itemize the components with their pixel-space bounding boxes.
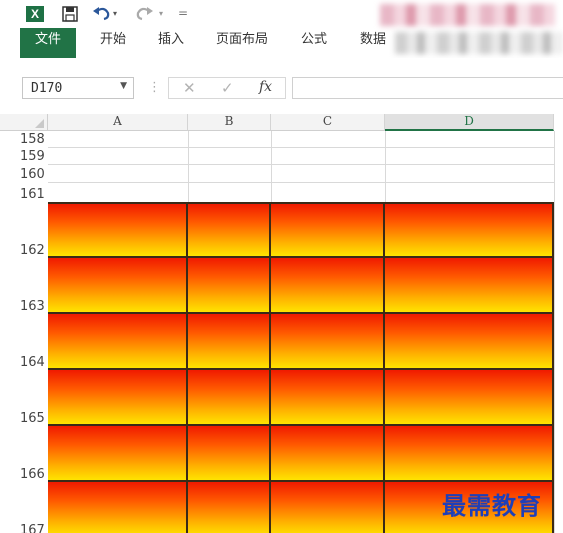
insert-function-icon[interactable]: fx — [259, 79, 272, 95]
tab-insert[interactable]: 插入 — [158, 28, 184, 58]
cell-b163[interactable] — [188, 258, 271, 314]
gridline — [385, 131, 386, 202]
row-label: 165 — [20, 411, 45, 426]
row-header-163[interactable]: 163 — [0, 258, 48, 314]
name-box-value: D170 — [31, 81, 63, 96]
cell-b162[interactable] — [188, 202, 271, 258]
cell-c162[interactable] — [271, 202, 385, 258]
customize-toolbar-icon[interactable]: = — [178, 6, 188, 20]
cell-c165[interactable] — [271, 370, 385, 426]
cancel-icon[interactable]: ✕ — [183, 79, 196, 97]
cell-c164[interactable] — [271, 314, 385, 370]
row-header-160[interactable]: 160 — [0, 164, 48, 182]
column-header-b[interactable]: B — [188, 114, 271, 131]
row-label: 158 — [20, 132, 45, 147]
select-all-icon — [35, 119, 44, 128]
name-box-dropdown-icon[interactable]: ▼ — [120, 81, 127, 91]
cell-b167[interactable] — [188, 482, 271, 533]
blurred-tabs-area — [395, 32, 563, 54]
cell-a166[interactable] — [48, 426, 188, 482]
row-label: 163 — [20, 299, 45, 314]
excel-logo-icon: X — [26, 6, 44, 22]
sheet-grid: A B C D 158 159 160 161 162 163 164 165 … — [0, 114, 563, 533]
gridline — [48, 147, 554, 148]
row-header-159[interactable]: 159 — [0, 147, 48, 164]
formula-bar: D170 ▼ ⋮ ✕ ✓ fx — [0, 58, 563, 114]
gridline — [48, 182, 554, 183]
cell-c166[interactable] — [271, 426, 385, 482]
undo-dropdown-icon[interactable]: ▾ — [113, 9, 117, 18]
row-label: 160 — [20, 167, 45, 182]
undo-icon[interactable] — [92, 4, 112, 22]
enter-icon[interactable]: ✓ — [221, 79, 234, 97]
row-header-164[interactable]: 164 — [0, 314, 48, 370]
watermark-text: 最需教育 — [442, 491, 542, 520]
row-header-167[interactable]: 167 — [0, 482, 48, 533]
tab-data[interactable]: 数据 — [360, 28, 386, 58]
save-icon[interactable] — [62, 6, 78, 22]
cell-b166[interactable] — [188, 426, 271, 482]
cell-d165[interactable] — [385, 370, 554, 426]
cell-c167[interactable] — [271, 482, 385, 533]
select-all-corner[interactable] — [0, 114, 48, 131]
cell-b165[interactable] — [188, 370, 271, 426]
row-header-161[interactable]: 161 — [0, 182, 48, 202]
row-label: 161 — [20, 187, 45, 202]
column-header-a[interactable]: A — [48, 114, 188, 131]
row-header-166[interactable]: 166 — [0, 426, 48, 482]
cell-a163[interactable] — [48, 258, 188, 314]
tab-formulas[interactable]: 公式 — [301, 28, 327, 58]
gridline — [188, 131, 189, 202]
tab-home[interactable]: 开始 — [100, 28, 126, 58]
row-label: 167 — [20, 523, 45, 533]
formula-bar-splitter[interactable]: ⋮ — [148, 80, 161, 95]
row-label: 162 — [20, 243, 45, 258]
cell-d162[interactable] — [385, 202, 554, 258]
formula-input[interactable] — [292, 77, 563, 99]
tab-page-layout[interactable]: 页面布局 — [216, 28, 268, 58]
blurred-title-area — [380, 4, 555, 26]
cell-a167[interactable] — [48, 482, 188, 533]
redo-dropdown-icon[interactable]: ▾ — [159, 9, 163, 18]
row-label: 166 — [20, 467, 45, 482]
cell-d163[interactable] — [385, 258, 554, 314]
quick-access-toolbar: X ▾ ▾ = — [0, 0, 563, 28]
column-header-c[interactable]: C — [271, 114, 385, 131]
redo-icon[interactable] — [134, 4, 154, 22]
cell-c163[interactable] — [271, 258, 385, 314]
cell-b164[interactable] — [188, 314, 271, 370]
row-header-162[interactable]: 162 — [0, 202, 48, 258]
cell-d166[interactable] — [385, 426, 554, 482]
gridline — [554, 131, 555, 533]
row-label: 164 — [20, 355, 45, 370]
name-box[interactable]: D170 ▼ — [22, 77, 134, 99]
cell-d164[interactable] — [385, 314, 554, 370]
cell-a164[interactable] — [48, 314, 188, 370]
formula-buttons: ✕ ✓ fx — [168, 77, 286, 99]
row-header-165[interactable]: 165 — [0, 370, 48, 426]
ribbon-tabs: 文件 开始 插入 页面布局 公式 数据 — [0, 28, 563, 58]
gridline — [271, 131, 272, 202]
cell-a162[interactable] — [48, 202, 188, 258]
cell-a165[interactable] — [48, 370, 188, 426]
gridline — [48, 164, 554, 165]
row-label: 159 — [20, 149, 45, 164]
row-header-158[interactable]: 158 — [0, 131, 48, 147]
column-header-d[interactable]: D — [385, 114, 554, 131]
tab-file[interactable]: 文件 — [20, 28, 76, 58]
